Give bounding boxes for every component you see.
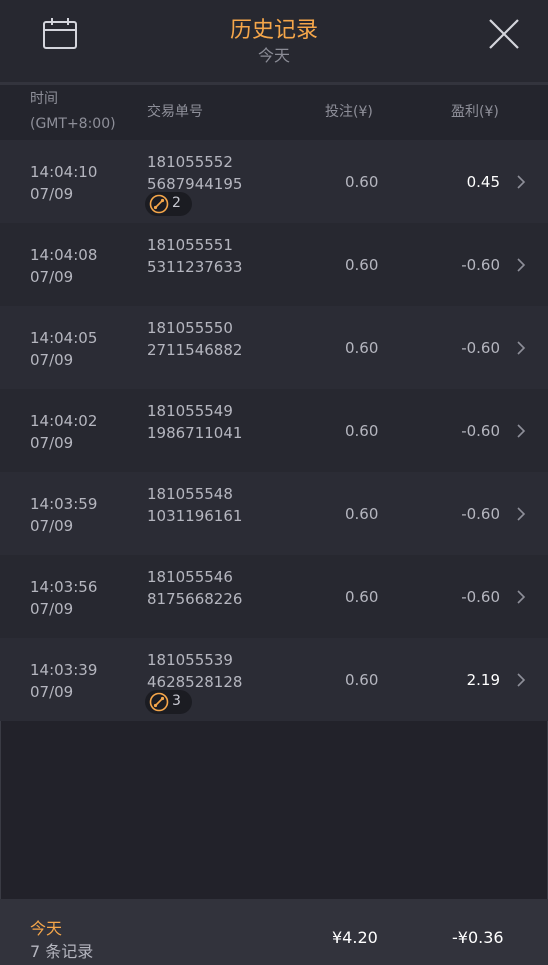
record-date-value: 07/09 <box>30 600 74 618</box>
close-button[interactable] <box>486 16 522 52</box>
total-profit: -¥0.36 <box>452 928 504 947</box>
column-header: 时间 (GMT+8:00) 交易单号 投注(¥) 盈利(¥) <box>0 85 548 140</box>
column-profit: 盈利(¥) <box>451 104 499 120</box>
column-order: 交易单号 <box>147 104 203 120</box>
column-stake: 投注(¥) <box>325 104 373 120</box>
record-row[interactable]: 14:04:08 07/09 181055551 5311237633 0.60 -0.6… <box>0 223 548 306</box>
record-profit: -0.60 <box>461 256 500 274</box>
record-date-value: 07/09 <box>30 517 74 535</box>
record-stake: 0.60 <box>345 505 379 523</box>
record-stake: 0.60 <box>345 173 379 191</box>
record-order: 181055551 5311237633 <box>147 234 242 278</box>
record-order: 181055549 1986711041 <box>147 400 242 444</box>
header: 历史记录 今天 <box>0 0 548 82</box>
record-stake: 0.60 <box>345 422 379 440</box>
parlay-badge: 3 <box>145 690 192 714</box>
record-time-value: 14:04:05 <box>30 329 98 347</box>
record-profit: -0.60 <box>461 505 500 523</box>
record-stake: 0.60 <box>345 256 379 274</box>
record-time-value: 14:03:56 <box>30 578 98 596</box>
record-profit: -0.60 <box>461 422 500 440</box>
record-time-value: 14:03:59 <box>30 495 98 513</box>
summary-bar: 今天 7 条记录 ¥4.20 -¥0.36 <box>0 899 548 965</box>
record-order: 181055539 4628528128 <box>147 649 242 693</box>
record-time: 14:03:59 07/09 <box>30 493 97 537</box>
column-timezone: (GMT+8:00) <box>30 116 116 132</box>
record-time: 14:04:10 07/09 <box>30 161 97 205</box>
chevron-right-icon <box>517 424 526 438</box>
record-profit: -0.60 <box>461 588 500 606</box>
record-date-value: 07/09 <box>30 683 74 701</box>
order-id-line1: 181055550 <box>147 319 233 337</box>
record-row[interactable]: 14:03:56 07/09 181055546 8175668226 0.60 -0.6… <box>0 555 548 638</box>
chevron-right-icon <box>517 175 526 189</box>
record-order: 181055552 5687944195 <box>147 151 242 195</box>
record-time: 14:04:08 07/09 <box>30 244 97 288</box>
parlay-count: 3 <box>172 693 181 709</box>
close-icon <box>489 19 519 49</box>
order-id-line1: 181055548 <box>147 485 233 503</box>
record-count: 7 条记录 <box>30 942 94 961</box>
record-profit: 2.19 <box>466 671 500 689</box>
record-time-value: 14:04:08 <box>30 246 98 264</box>
record-row[interactable]: 14:03:39 07/09 181055539 4628528128 3 0.60 2.1… <box>0 638 548 721</box>
record-order: 181055546 8175668226 <box>147 566 242 610</box>
record-stake: 0.60 <box>345 588 379 606</box>
record-list: 14:04:10 07/09 181055552 5687944195 2 0.60 0.4… <box>0 140 548 721</box>
chevron-right-icon <box>517 507 526 521</box>
parlay-count: 2 <box>172 195 181 211</box>
record-time-value: 14:04:02 <box>30 412 98 430</box>
record-row[interactable]: 14:04:10 07/09 181055552 5687944195 2 0.60 0.4… <box>0 140 548 223</box>
record-order: 181055550 2711546882 <box>147 317 242 361</box>
record-stake: 0.60 <box>345 339 379 357</box>
record-time-value: 14:04:10 <box>30 163 98 181</box>
record-time: 14:04:02 07/09 <box>30 410 97 454</box>
order-id-line1: 181055552 <box>147 153 233 171</box>
record-time: 14:03:39 07/09 <box>30 659 97 703</box>
order-id-line1: 181055539 <box>147 651 233 669</box>
record-row[interactable]: 14:03:59 07/09 181055548 1031196161 0.60 -0.6… <box>0 472 548 555</box>
record-date-value: 07/09 <box>30 434 74 452</box>
column-time: 时间 <box>30 91 58 107</box>
record-time: 14:04:05 07/09 <box>30 327 97 371</box>
record-stake: 0.60 <box>345 671 379 689</box>
order-id-line1: 181055551 <box>147 236 233 254</box>
page-title: 历史记录 <box>229 18 318 43</box>
record-time-value: 14:03:39 <box>30 661 98 679</box>
record-date-value: 07/09 <box>30 268 74 286</box>
order-id-line2: 2711546882 <box>147 341 243 359</box>
record-row[interactable]: 14:04:05 07/09 181055550 2711546882 0.60 -0.6… <box>0 306 548 389</box>
chevron-right-icon <box>517 590 526 604</box>
summary-period: 今天 <box>30 919 63 938</box>
record-date-value: 07/09 <box>30 185 74 203</box>
date-filter-label: 今天 <box>257 46 290 65</box>
order-id-line1: 181055549 <box>147 402 233 420</box>
record-profit: -0.60 <box>461 339 500 357</box>
order-id-line2: 5311237633 <box>147 258 243 276</box>
total-stake: ¥4.20 <box>332 928 378 947</box>
order-id-line2: 1986711041 <box>147 424 243 442</box>
chevron-right-icon <box>517 258 526 272</box>
record-row[interactable]: 14:04:02 07/09 181055549 1986711041 0.60 -0.6… <box>0 389 548 472</box>
chevron-right-icon <box>517 341 526 355</box>
record-profit: 0.45 <box>466 173 500 191</box>
order-id-line1: 181055546 <box>147 568 233 586</box>
record-order: 181055548 1031196161 <box>147 483 242 527</box>
parlay-icon <box>149 692 169 712</box>
record-time: 14:03:56 07/09 <box>30 576 97 620</box>
parlay-badge: 2 <box>145 192 192 216</box>
order-id-line2: 8175668226 <box>147 590 243 608</box>
record-date-value: 07/09 <box>30 351 74 369</box>
order-id-line2: 1031196161 <box>147 507 243 525</box>
chevron-right-icon <box>517 673 526 687</box>
parlay-icon <box>149 194 169 214</box>
